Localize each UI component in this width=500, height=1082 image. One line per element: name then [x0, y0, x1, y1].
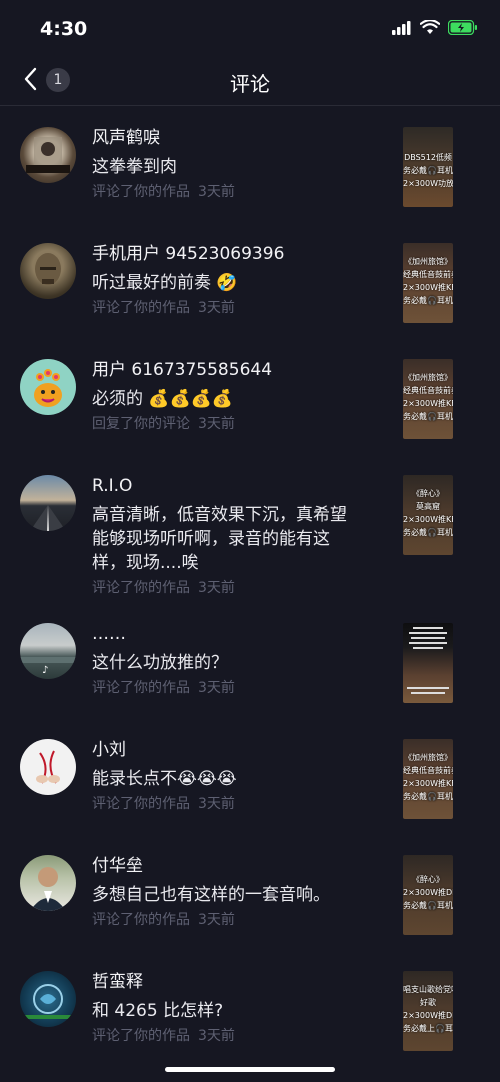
comment-action: 评论了你的作品 [92, 300, 190, 316]
comment-meta: 评论了你的作品 3天前 [92, 1027, 382, 1045]
commenter-name[interactable]: 付华垒 [92, 855, 382, 879]
list-item[interactable]: ♪ …… 这什么功放推的？ 评论了你的作品 3天前 [0, 603, 500, 719]
status-bar: 4:30 [0, 0, 500, 58]
video-thumbnail[interactable]: 《醉心》 莫高窟 2×300W推KF1503 务必戴🎧耳机听 [403, 475, 453, 555]
video-thumbnail[interactable]: 《加州旅馆》 经典低音鼓前奏 2×300W推KF1503 务必戴🎧耳机听 [403, 359, 453, 439]
avatar[interactable] [20, 243, 76, 299]
comment-action: 评论了你的作品 [92, 184, 190, 200]
comment-action: 评论了你的作品 [92, 680, 190, 696]
cellular-signal-icon [392, 20, 412, 39]
list-item[interactable]: 付华垒 多想自己也有这样的一套音响。 评论了你的作品 3天前 《醉心》 2×300… [0, 835, 500, 951]
wifi-icon [419, 19, 441, 39]
comment-time: 3天前 [198, 680, 235, 696]
comment-text: 多想自己也有这样的一套音响。 [92, 885, 330, 905]
commenter-name[interactable]: 哲蛮释 [92, 971, 382, 995]
commenter-name[interactable]: …… [92, 623, 382, 647]
comment-time: 3天前 [198, 184, 235, 200]
nav-bar: 1 评论 [0, 58, 500, 106]
comment-meta: 评论了你的作品 3天前 [92, 299, 382, 317]
comment-meta: 回复了你的评论 3天前 [92, 415, 382, 433]
comment-text: 这拳拳到肉 [92, 157, 177, 177]
avatar[interactable] [20, 359, 76, 415]
thumbnail-caption: 《醉心》 2×300W推DBS512 务必戴🎧耳机听 [403, 875, 453, 910]
comment-time: 3天前 [198, 796, 235, 812]
comment-time: 3天前 [198, 300, 235, 316]
status-icons [392, 19, 478, 39]
commenter-name[interactable]: 小刘 [92, 739, 382, 763]
avatar[interactable]: ♪ [20, 623, 76, 679]
comment-meta: 评论了你的作品 3天前 [92, 579, 354, 597]
comment-action: 评论了你的作品 [92, 796, 190, 812]
thumbnail-caption: DBS512低频 务必戴🎧耳机听 2×300W功放 [403, 153, 453, 188]
notification-list: 风声鹤唳 这拳拳到肉 评论了你的作品 3天前 DBS512低频 务必戴🎧耳机听 2… [0, 107, 500, 1067]
comment-text: 能录长点不😭😭😭 [92, 769, 237, 789]
video-thumbnail[interactable]: 《加州旅馆》 经典低音鼓前奏 2×300W推KF1503 务必戴🎧耳机听 [403, 739, 453, 819]
video-thumbnail[interactable]: 唱支山歌给党听 好歌 2×300W推DBS512 务必戴上🎧耳机听 [403, 971, 453, 1051]
avatar[interactable] [20, 475, 76, 531]
comment-text: 高音清晰，低音效果下沉，真希望能够现场听听啊，录音的能有这样，现场....唉 [92, 505, 347, 573]
thumbnail-text-lines [407, 627, 449, 694]
video-thumbnail[interactable] [403, 623, 453, 703]
list-item[interactable]: 哲蛮释 和 4265 比怎样? 评论了你的作品 3天前 唱支山歌给党听 好歌 2×… [0, 951, 500, 1067]
status-time: 4:30 [40, 18, 88, 40]
comment-time: 3天前 [198, 580, 235, 596]
comment-meta: 评论了你的作品 3天前 [92, 679, 382, 697]
comment-action: 评论了你的作品 [92, 580, 190, 596]
commenter-name[interactable]: 手机用户 94523069396 [92, 243, 382, 267]
video-thumbnail[interactable]: 《加州旅馆》 经典低音鼓前奏 2×300W推KF1503 务必戴🎧耳机听 [403, 243, 453, 323]
comment-time: 3天前 [198, 416, 235, 432]
comment-action: 评论了你的作品 [92, 1028, 190, 1044]
list-item[interactable]: R.I.O 高音清晰，低音效果下沉，真希望能够现场听听啊，录音的能有这样，现场.… [0, 455, 500, 603]
comment-text: 必须的 💰💰💰💰 [92, 389, 234, 409]
comment-time: 3天前 [198, 1028, 235, 1044]
thumbnail-caption: 唱支山歌给党听 好歌 2×300W推DBS512 务必戴上🎧耳机听 [403, 985, 453, 1033]
avatar[interactable] [20, 971, 76, 1027]
list-item[interactable]: 用户 6167375585644 必须的 💰💰💰💰 回复了你的评论 3天前 《加州… [0, 339, 500, 455]
comment-text: 这什么功放推的？ [92, 653, 228, 673]
video-thumbnail[interactable]: 《醉心》 2×300W推DBS512 务必戴🎧耳机听 [403, 855, 453, 935]
avatar[interactable] [20, 127, 76, 183]
comment-text: 和 4265 比怎样? [92, 1001, 224, 1021]
comment-action: 回复了你的评论 [92, 416, 190, 432]
svg-text:♪: ♪ [42, 665, 48, 676]
avatar[interactable] [20, 855, 76, 911]
commenter-name[interactable]: R.I.O [92, 475, 354, 499]
video-thumbnail[interactable]: DBS512低频 务必戴🎧耳机听 2×300W功放 [403, 127, 453, 207]
avatar[interactable] [20, 739, 76, 795]
list-item[interactable]: 手机用户 94523069396 听过最好的前奏 🤣 评论了你的作品 3天前 《加… [0, 223, 500, 339]
comment-text: 听过最好的前奏 🤣 [92, 273, 238, 293]
thumbnail-caption: 《加州旅馆》 经典低音鼓前奏 2×300W推KF1503 务必戴🎧耳机听 [403, 753, 453, 801]
commenter-name[interactable]: 风声鹤唳 [92, 127, 382, 151]
thumbnail-caption: 《加州旅馆》 经典低音鼓前奏 2×300W推KF1503 务必戴🎧耳机听 [403, 373, 453, 421]
battery-charging-icon [447, 19, 478, 39]
home-indicator[interactable] [165, 1067, 335, 1072]
commenter-name[interactable]: 用户 6167375585644 [92, 359, 382, 383]
comment-meta: 评论了你的作品 3天前 [92, 795, 382, 813]
comment-meta: 评论了你的作品 3天前 [92, 183, 382, 201]
thumbnail-caption: 《醉心》 莫高窟 2×300W推KF1503 务必戴🎧耳机听 [403, 489, 453, 537]
list-item[interactable]: 小刘 能录长点不😭😭😭 评论了你的作品 3天前 《加州旅馆》 经典低音鼓前奏 2×… [0, 719, 500, 835]
comment-action: 评论了你的作品 [92, 912, 190, 928]
comment-meta: 评论了你的作品 3天前 [92, 911, 382, 929]
comment-time: 3天前 [198, 912, 235, 928]
list-item[interactable]: 风声鹤唳 这拳拳到肉 评论了你的作品 3天前 DBS512低频 务必戴🎧耳机听 2… [0, 107, 500, 223]
thumbnail-caption: 《加州旅馆》 经典低音鼓前奏 2×300W推KF1503 务必戴🎧耳机听 [403, 257, 453, 305]
page-title: 评论 [230, 72, 270, 96]
